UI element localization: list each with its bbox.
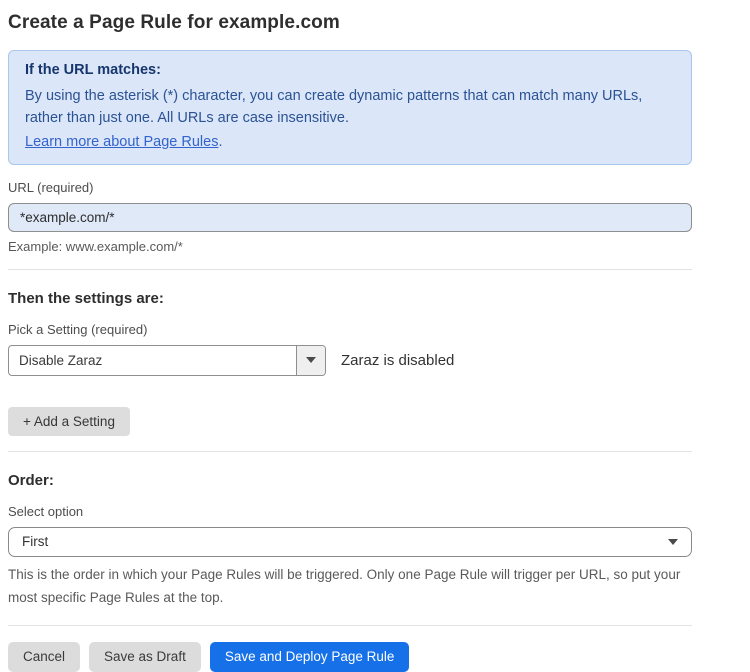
caret-down-icon bbox=[306, 357, 316, 363]
order-select[interactable]: First bbox=[8, 527, 692, 557]
setting-dropdown-value: Disable Zaraz bbox=[9, 346, 296, 375]
order-select-label: Select option bbox=[8, 504, 692, 519]
save-and-deploy-button[interactable]: Save and Deploy Page Rule bbox=[210, 642, 410, 672]
order-select-value: First bbox=[22, 534, 48, 549]
caret-down-icon bbox=[668, 539, 678, 545]
divider bbox=[8, 269, 692, 270]
learn-more-link[interactable]: Learn more about Page Rules bbox=[25, 134, 218, 150]
url-input[interactable] bbox=[8, 203, 692, 232]
add-setting-button[interactable]: + Add a Setting bbox=[8, 407, 130, 436]
divider bbox=[8, 451, 692, 452]
setting-dropdown-button[interactable] bbox=[296, 346, 325, 375]
setting-row: Disable Zaraz Zaraz is disabled bbox=[8, 345, 692, 376]
url-example-helper: Example: www.example.com/* bbox=[8, 239, 692, 254]
info-box-heading: If the URL matches: bbox=[25, 62, 675, 78]
setting-status-text: Zaraz is disabled bbox=[341, 352, 454, 369]
order-section-heading: Order: bbox=[8, 472, 692, 489]
link-suffix: . bbox=[218, 134, 222, 150]
url-field-label: URL (required) bbox=[8, 180, 692, 195]
page-title: Create a Page Rule for example.com bbox=[8, 12, 692, 34]
setting-dropdown[interactable]: Disable Zaraz bbox=[8, 345, 326, 376]
info-box-body: By using the asterisk (*) character, you… bbox=[25, 85, 675, 130]
pick-setting-label: Pick a Setting (required) bbox=[8, 322, 692, 337]
divider bbox=[8, 625, 692, 626]
settings-section-heading: Then the settings are: bbox=[8, 290, 692, 307]
save-as-draft-button[interactable]: Save as Draft bbox=[89, 642, 201, 672]
footer-actions: Cancel Save as Draft Save and Deploy Pag… bbox=[8, 642, 692, 672]
url-match-info-box: If the URL matches: By using the asteris… bbox=[8, 50, 692, 165]
cancel-button[interactable]: Cancel bbox=[8, 642, 80, 672]
page-rule-form: Create a Page Rule for example.com If th… bbox=[0, 0, 750, 672]
order-helper-text: This is the order in which your Page Rul… bbox=[8, 564, 692, 610]
